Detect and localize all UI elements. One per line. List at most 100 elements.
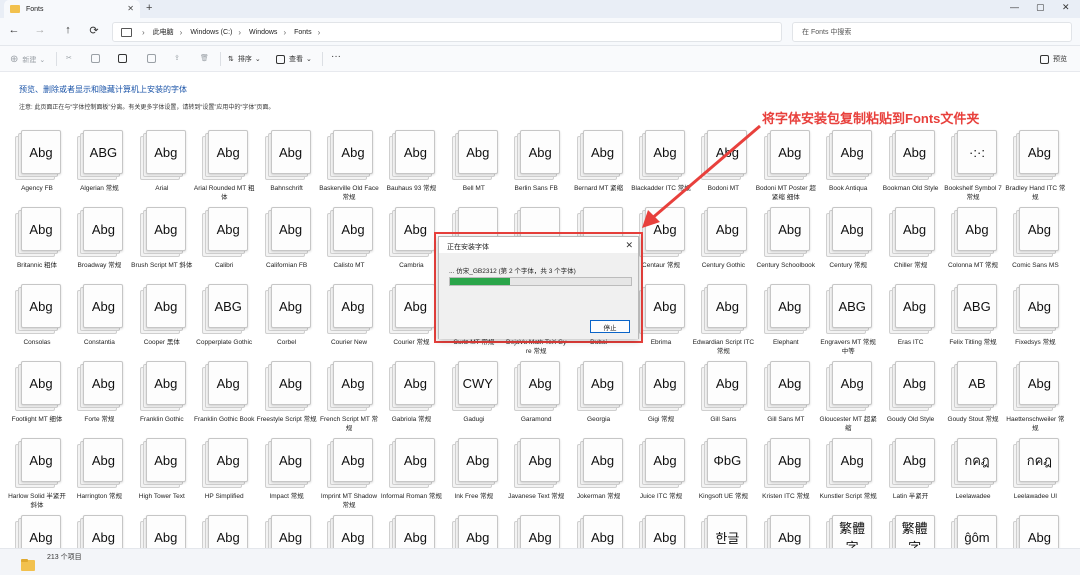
font-item[interactable]: Abg (68, 513, 130, 548)
delete-button[interactable]: 🗑 (200, 54, 209, 62)
font-item[interactable]: Abg Bradley Hand ITC 常规 (1004, 128, 1066, 202)
font-item[interactable]: ·:·: Bookshelf Symbol 7 常规 (942, 128, 1004, 202)
font-item[interactable]: Abg Arial (131, 128, 193, 193)
view-button[interactable]: 查看 ⌄ (276, 54, 312, 64)
font-item[interactable]: CWY Gadugi (443, 359, 505, 424)
font-item[interactable]: Abg Century Gothic (692, 205, 754, 270)
cut-button[interactable]: ✂ (66, 54, 72, 62)
font-item[interactable]: Abg Gill Sans MT (755, 359, 817, 424)
font-item[interactable]: Abg Book Antiqua (817, 128, 879, 193)
font-item[interactable]: Abg Impact 常规 (256, 436, 318, 501)
font-item[interactable]: Abg (131, 513, 193, 548)
font-item[interactable]: Abg (6, 513, 68, 548)
font-item[interactable]: Abg Bell MT (443, 128, 505, 193)
font-item[interactable]: Abg Forte 常规 (68, 359, 130, 424)
font-item[interactable]: 繁體字 (817, 513, 879, 548)
more-options-button[interactable]: ··· (331, 51, 341, 62)
font-item[interactable]: Abg Berlin Sans FB (505, 128, 567, 193)
font-item[interactable]: Abg Imprint MT Shadow 常规 (318, 436, 380, 510)
breadcrumb-c-drive[interactable]: Windows (C:) (190, 29, 232, 36)
font-item[interactable]: ABG Felix Titling 常规 (942, 282, 1004, 347)
font-item[interactable]: Abg Century Schoolbook (755, 205, 817, 270)
font-item[interactable]: Abg Footlight MT 细体 (6, 359, 68, 424)
breadcrumb-windows[interactable]: Windows (249, 29, 277, 36)
font-item[interactable]: Abg Kristen ITC 常规 (755, 436, 817, 501)
font-item[interactable]: ABG Copperplate Gothic (193, 282, 255, 347)
font-item[interactable]: Abg Broadway 常规 (68, 205, 130, 270)
font-item[interactable]: Abg Colonna MT 常规 (942, 205, 1004, 270)
font-item[interactable]: Abg Constantia (68, 282, 130, 347)
breadcrumb-this-pc[interactable]: 此电脑 (153, 27, 174, 37)
font-item[interactable]: Abg Jokerman 常规 (568, 436, 630, 501)
font-item[interactable]: ABG Engravers MT 常规 中等 (817, 282, 879, 356)
font-item[interactable]: Abg Bodoni MT (692, 128, 754, 193)
rename-button[interactable] (147, 54, 160, 63)
new-tab-button[interactable]: + (146, 2, 152, 14)
font-item[interactable]: Abg Britannic 粗体 (6, 205, 68, 270)
sort-button[interactable]: ⇅ 排序 ⌄ (228, 54, 261, 64)
close-window-button[interactable]: ✕ (1062, 2, 1070, 13)
font-item[interactable]: 繁體字 (880, 513, 942, 548)
font-item[interactable]: Abg Latin 半紧开 (880, 436, 942, 501)
font-item[interactable]: Abg Bauhaus 93 常规 (380, 128, 442, 193)
font-item[interactable]: 한글 (692, 513, 754, 548)
font-item[interactable]: Abg (380, 513, 442, 548)
font-item[interactable]: Abg Blackadder ITC 常规 (630, 128, 692, 193)
refresh-button[interactable]: ⟳ (86, 24, 102, 37)
font-item[interactable]: Abg Ink Free 常规 (443, 436, 505, 501)
copy-button[interactable] (91, 54, 104, 63)
font-item[interactable]: Abg Gill Sans (692, 359, 754, 424)
font-item[interactable]: Abg Goudy Old Style (880, 359, 942, 424)
font-item[interactable]: Abg Elephant (755, 282, 817, 347)
font-item[interactable]: Abg Georgia (568, 359, 630, 424)
font-item[interactable]: Abg HP Simplified (193, 436, 255, 501)
font-item[interactable]: Abg Edwardian Script ITC 常规 (692, 282, 754, 356)
font-item[interactable]: Abg Juice ITC 常规 (630, 436, 692, 501)
font-item[interactable]: Abg Eras ITC (880, 282, 942, 347)
font-item[interactable]: Abg Consolas (6, 282, 68, 347)
share-button[interactable]: ⇪ (174, 54, 180, 62)
font-item[interactable]: Abg Corbel (256, 282, 318, 347)
minimize-button[interactable]: — (1010, 2, 1019, 12)
font-item[interactable]: Abg (1004, 513, 1066, 548)
font-item[interactable]: ABG Algerian 常规 (68, 128, 130, 193)
font-item[interactable]: Abg Garamond (505, 359, 567, 424)
font-item[interactable]: Abg Californian FB (256, 205, 318, 270)
font-item[interactable]: Abg Javanese Text 常规 (505, 436, 567, 501)
font-item[interactable]: Abg Gabriola 常规 (380, 359, 442, 424)
font-item[interactable]: Abg Agency FB (6, 128, 68, 193)
font-item[interactable]: Abg (256, 513, 318, 548)
font-item[interactable]: Abg Harlow Solid 半紧开 斜体 (6, 436, 68, 510)
font-item[interactable]: Abg Bodoni MT Poster 超紧缩 细体 (755, 128, 817, 202)
font-item[interactable]: Abg Bernard MT 紧缩 (568, 128, 630, 193)
search-input[interactable]: 在 Fonts 中搜索 (792, 22, 1072, 42)
preview-button[interactable]: 预览 (1040, 54, 1067, 64)
font-item[interactable]: ĝôm (942, 513, 1004, 548)
font-item[interactable]: Abg Chiller 常规 (880, 205, 942, 270)
font-item[interactable]: Abg Brush Script MT 斜体 (131, 205, 193, 270)
dialog-close-button[interactable]: ✕ (625, 240, 633, 251)
stop-button[interactable]: 停止 (590, 320, 630, 333)
font-item[interactable]: กคฎ Leelawadee UI (1004, 436, 1066, 501)
font-item[interactable]: Abg Informal Roman 常规 (380, 436, 442, 501)
font-item[interactable]: Abg Courier New (318, 282, 380, 347)
font-item[interactable]: Abg Fixedsys 常规 (1004, 282, 1066, 347)
font-item[interactable]: Abg Comic Sans MS (1004, 205, 1066, 270)
font-item[interactable]: Abg Century 常规 (817, 205, 879, 270)
font-item[interactable]: Abg High Tower Text (131, 436, 193, 501)
font-item[interactable]: Abg Haettenschweiler 常规 (1004, 359, 1066, 433)
font-item[interactable]: Abg Gloucester MT 超紧缩 (817, 359, 879, 433)
paste-button[interactable] (118, 54, 131, 63)
font-item[interactable]: Abg Gigi 常规 (630, 359, 692, 424)
font-item[interactable]: กคฎ Leelawadee (942, 436, 1004, 501)
new-button[interactable]: ⊕ 新建 ⌄ (10, 54, 45, 65)
font-item[interactable]: Abg Franklin Gothic Book (193, 359, 255, 424)
font-item[interactable]: Abg (443, 513, 505, 548)
close-tab-icon[interactable]: ✕ (127, 4, 134, 13)
font-item[interactable]: Abg Freestyle Script 常规 (256, 359, 318, 424)
font-item[interactable]: Abg Cooper 黑体 (131, 282, 193, 347)
font-item[interactable]: AB Goudy Stout 常规 (942, 359, 1004, 424)
maximize-button[interactable]: ▢ (1036, 2, 1045, 13)
back-button[interactable]: ← (6, 24, 22, 36)
font-item[interactable]: Abg (318, 513, 380, 548)
